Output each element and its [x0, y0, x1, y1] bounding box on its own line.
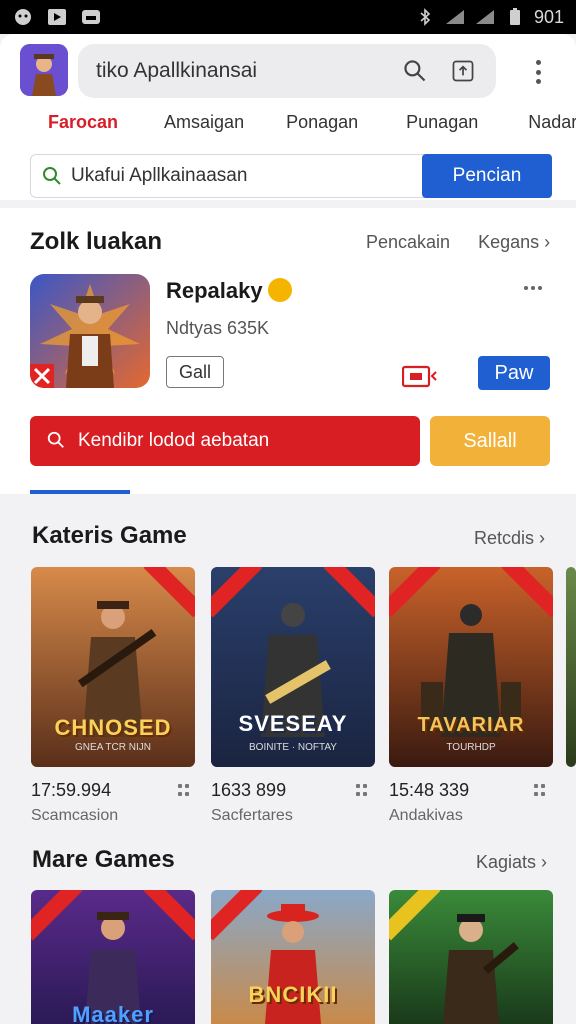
tab-nadari[interactable]: Nadari — [528, 112, 576, 148]
secondary-search-input[interactable]: Ukafui Apllkainaasan — [71, 165, 422, 187]
tab-punagan[interactable]: Punagan — [406, 112, 478, 148]
app-avatar[interactable] — [20, 44, 68, 96]
game-card-3-category: Andakivas — [389, 807, 463, 824]
red-search-bar[interactable]: Kendibr lodod aebatan — [30, 416, 420, 466]
more-menu-icon[interactable] — [524, 58, 552, 86]
play-button[interactable]: Paw — [478, 356, 550, 390]
battery-icon — [504, 8, 526, 26]
featured-app-meta: Ndtyas 635K — [166, 318, 270, 338]
status-time: 901 — [533, 6, 564, 27]
game-card-2[interactable]: SVESEAY BOINITE · NOFTAY — [211, 567, 375, 767]
tab-amsaigan[interactable]: Amsaigan — [164, 112, 244, 148]
game-card-2-stat: 1633 899 — [211, 780, 287, 800]
game-card-1-category: Scamcasion — [31, 807, 119, 824]
search-submit-button[interactable]: Pencian — [422, 154, 552, 198]
game-card-4-partial[interactable] — [566, 567, 576, 767]
tab-indicator — [30, 490, 130, 494]
game-card-2-category: Sacfertares — [211, 807, 293, 824]
featured-section: Zolk luakan Pencakain Kegans › Repalaky … — [0, 208, 576, 408]
message-icon — [80, 8, 102, 26]
notification-icon — [12, 8, 34, 26]
grid-icon[interactable] — [178, 784, 190, 796]
gall-button[interactable]: Gall — [166, 356, 224, 388]
game-card-1[interactable]: CHNOSED GNEA TCR NIJN — [31, 567, 195, 767]
game-card-2-title: SVESEAY — [238, 711, 348, 736]
featured-link-2[interactable]: Kegans › — [478, 232, 550, 253]
more-card-2[interactable]: BNCIKII — [211, 890, 375, 1024]
emoji-icon — [268, 278, 292, 302]
search-icon-green — [41, 165, 63, 187]
share-icon[interactable] — [448, 56, 478, 86]
game-card-1-stat: 17:59.994 — [31, 780, 112, 800]
promo-section: Kendibr lodod aebatan Sallall — [0, 408, 576, 494]
red-search-text: Kendibr lodod aebatan — [78, 430, 270, 451]
status-bar: 901 — [0, 0, 576, 34]
game-card-3-sub: TOURHDP — [446, 742, 496, 753]
tab-ponagan[interactable]: Ponagan — [286, 112, 358, 148]
app-bar: tiko Apallkinansai Farocan Amsaigan Pona… — [0, 34, 576, 200]
games-section-title: Kateris Game — [32, 522, 187, 549]
game-card-3[interactable]: TAVARIAR TOURHDP — [389, 567, 553, 767]
tab-farocan[interactable]: Farocan — [48, 112, 118, 148]
featured-title: Zolk luakan — [30, 228, 163, 255]
play-store-icon — [46, 8, 68, 26]
signal-icon-2 — [474, 8, 496, 26]
search-icon[interactable] — [400, 56, 430, 86]
grid-icon[interactable] — [356, 784, 368, 796]
search-icon-white — [46, 430, 68, 452]
game-card-1-title: CHNOSED — [54, 715, 172, 740]
game-card-1-sub: GNEA TCR NIJN — [75, 742, 151, 753]
search-query[interactable]: tiko Apallkinansai — [96, 59, 382, 83]
more-section-title: Mare Games — [32, 846, 175, 873]
more-section-link[interactable]: Kagiats › — [476, 852, 547, 873]
more-card-1[interactable]: Maaker — [31, 890, 195, 1024]
record-icon[interactable] — [401, 364, 438, 388]
game-card-3-stat: 15:48 339 — [389, 780, 470, 800]
more-card-2-title: BNCIKII — [248, 982, 338, 1007]
more-card-3[interactable] — [389, 890, 553, 1024]
featured-app-icon[interactable] — [30, 274, 150, 388]
game-card-3-title: TAVARIAR — [417, 714, 525, 736]
grid-icon[interactable] — [534, 784, 546, 796]
featured-link-1[interactable]: Pencakain — [366, 232, 450, 253]
sallall-button[interactable]: Sallall — [430, 416, 550, 466]
category-tabs: Farocan Amsaigan Ponagan Punagan Nadari — [0, 112, 576, 148]
bluetooth-icon — [414, 8, 436, 26]
more-options-icon[interactable] — [524, 286, 542, 290]
signal-icon — [444, 8, 466, 26]
game-card-2-sub: BOINITE · NOFTAY — [249, 742, 337, 753]
games-section-link[interactable]: Retcdis › — [474, 528, 545, 549]
secondary-search[interactable]: Ukafui Apllkainaasan Pencian — [30, 154, 552, 198]
more-card-1-title: Maaker — [72, 1002, 154, 1024]
search-bar[interactable]: tiko Apallkinansai — [78, 44, 496, 98]
featured-app-name: Repalaky — [166, 278, 263, 303]
